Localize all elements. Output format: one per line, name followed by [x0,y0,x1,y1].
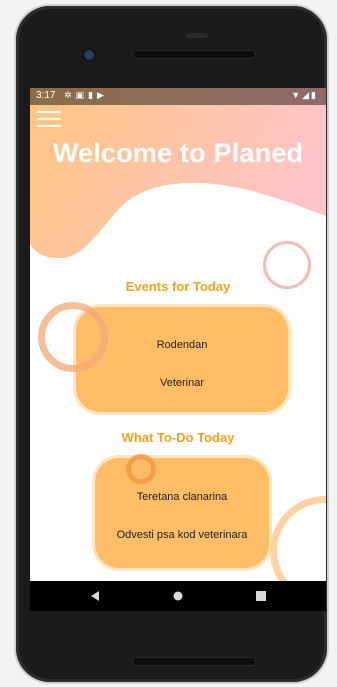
status-right-icons: ▼◢▮ [291,90,318,101]
recents-icon[interactable] [241,581,281,611]
event-item[interactable]: Veterinar [76,377,288,389]
earpiece-slot [186,33,208,38]
battery-icon: ▮ [311,90,318,100]
todo-item[interactable]: Odvesti psa kod veterinara [95,529,269,541]
todo-item[interactable]: Teretana clanarina [95,491,269,503]
header-wave [30,88,326,259]
home-icon[interactable] [158,581,198,611]
page-title: Welcome to Planed [52,138,304,168]
decor-ring-bottom-right [270,496,326,581]
notification-icon: ▣ [75,90,89,100]
top-speaker [132,50,256,59]
settings-icon: ✲ [64,90,76,100]
events-card: Rodendan Veterinar [76,307,288,412]
app-screen: 3:17 ✲▣▮▶ ▼◢▮ Welcome to Planed Events f… [30,88,326,581]
status-bar: 3:17 ✲▣▮▶ ▼◢▮ [30,88,326,105]
hamburger-menu-icon[interactable] [37,111,61,127]
wifi-icon: ▼ [291,90,303,100]
bottom-speaker [132,657,256,666]
todo-title: What To-Do Today [121,430,235,445]
back-icon[interactable] [75,581,115,611]
sd-card-icon: ▮ [88,90,98,100]
signal-icon: ◢ [302,90,312,100]
play-icon: ▶ [97,90,108,100]
status-left-icons: ✲▣▮▶ [64,90,108,101]
decor-ring-small [126,454,156,484]
android-nav-bar [30,581,326,611]
todo-card: Teretana clanarina Odvesti psa kod veter… [95,458,269,568]
status-time: 3:17 [36,90,56,101]
events-title: Events for Today [125,279,231,294]
front-camera-icon [84,50,94,60]
decor-ring-left [38,302,108,372]
event-item[interactable]: Rodendan [76,339,288,351]
